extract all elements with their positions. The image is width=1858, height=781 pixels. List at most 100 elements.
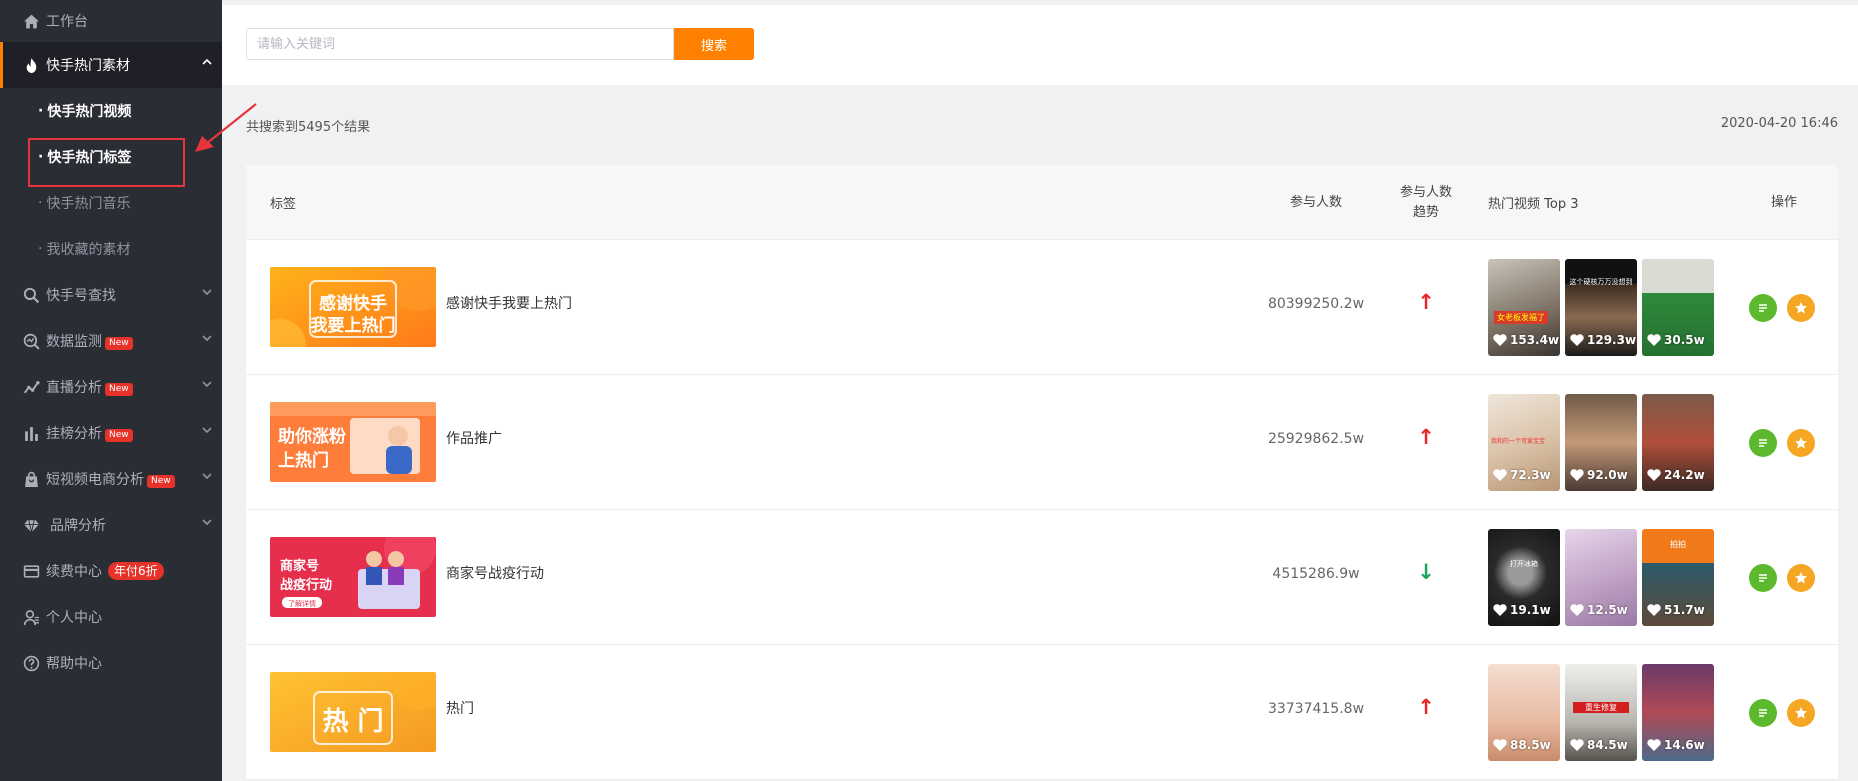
heart-icon [1493, 469, 1507, 481]
chevron-down-icon [202, 378, 212, 392]
highlight-box [28, 138, 185, 187]
chevron-down-icon [202, 286, 212, 300]
participant-count: 4515286.9w [1272, 566, 1360, 582]
star-icon [1795, 437, 1807, 449]
trend-up-icon: ↑ [1417, 425, 1435, 449]
subnav-item-favorites[interactable]: · 我收藏的素材 [0, 226, 222, 272]
video-thumbnail[interactable]: 重生修复 84.5w [1565, 664, 1637, 761]
svg-text:热 门: 热 门 [322, 707, 383, 737]
favorite-button[interactable] [1787, 699, 1815, 727]
new-badge: New [105, 336, 133, 350]
svg-text:商家号: 商家号 [280, 558, 319, 574]
heart-icon [1493, 334, 1507, 346]
user-icon [22, 608, 40, 626]
header-actions: 操作 [1770, 194, 1797, 210]
video-thumbnail[interactable]: 打开冰箱 19.1w [1488, 529, 1560, 626]
tag-name[interactable]: 商家号战疫行动 [446, 563, 544, 583]
like-count: 92.0w [1587, 468, 1628, 482]
nav-label: 快手号查找 [46, 288, 116, 304]
subnav-label: 我收藏的素材 [46, 242, 131, 258]
detail-button[interactable] [1749, 564, 1777, 592]
nav-label: 快手热门素材 [46, 58, 130, 74]
video-thumbnail[interactable]: 这个硬核万万没想到 129.3w [1565, 259, 1637, 356]
video-thumbnail[interactable]: 14.6w [1642, 664, 1714, 761]
trend-up-icon: ↑ [1417, 695, 1435, 719]
video-thumbnail[interactable]: 30.5w [1642, 259, 1714, 356]
subnav-label: 快手热门视频 [47, 104, 132, 120]
star-icon [1795, 572, 1807, 584]
svg-text:了解详情: 了解详情 [288, 599, 316, 608]
list-icon [1759, 574, 1767, 582]
svg-text:上热门: 上热门 [278, 450, 329, 471]
detail-button[interactable] [1749, 699, 1777, 727]
nav-item-data-monitor[interactable]: 数据监测 New [0, 318, 222, 364]
nav-item-live-analysis[interactable]: 直播分析 New [0, 364, 222, 410]
nav-item-ranking-analysis[interactable]: 挂榜分析 New [0, 410, 222, 456]
table-row: 热 门 热门 33737415.8w ↑ 88.5w 重生修复 84.5w 14… [246, 645, 1838, 780]
heart-icon [1647, 334, 1661, 346]
search-icon [22, 286, 40, 304]
like-count: 88.5w [1510, 738, 1551, 752]
svg-text:我要上热门: 我要上热门 [311, 315, 396, 336]
tag-name[interactable]: 感谢快手我要上热门 [446, 293, 572, 313]
video-thumbnail[interactable]: 92.0w [1565, 394, 1637, 491]
nav-item-kuaishou-hot-material[interactable]: 快手热门素材 [0, 42, 222, 88]
search-input[interactable] [246, 28, 674, 60]
nav-label: 续费中心 [46, 564, 102, 580]
favorite-button[interactable] [1787, 294, 1815, 322]
new-badge: New [105, 428, 133, 442]
chevron-down-icon [202, 470, 212, 484]
home-icon [22, 12, 40, 30]
nav-item-ecommerce-analysis[interactable]: 短视频电商分析 New [0, 456, 222, 502]
like-count: 14.6w [1664, 738, 1705, 752]
like-count: 72.3w [1510, 468, 1551, 482]
fire-icon [22, 56, 40, 74]
table-row: 感谢快手 我要上热门 感谢快手我要上热门 80399250.2w ↑ 女老板发福… [246, 240, 1838, 375]
video-thumbnail[interactable]: 24.2w [1642, 394, 1714, 491]
like-count: 30.5w [1664, 333, 1705, 347]
search-button[interactable]: 搜索 [674, 28, 754, 60]
video-thumbnail[interactable]: 12.5w [1565, 529, 1637, 626]
subnav-item-hot-video[interactable]: · 快手热门视频 [0, 88, 222, 134]
result-count: 共搜索到5495个结果 [246, 120, 371, 135]
table-row: 助你涨粉 上热门 作品推广 25929862.5w ↑ 我和的一个可爱宝宝 72… [246, 375, 1838, 510]
svg-text:感谢快手: 感谢快手 [319, 293, 387, 314]
tag-name[interactable]: 热门 [446, 698, 474, 718]
chevron-down-icon [202, 516, 212, 530]
list-icon [1759, 709, 1767, 717]
video-thumbnail[interactable]: 女老板发福了 153.4w [1488, 259, 1560, 356]
header-participants: 参与人数 [1289, 194, 1342, 210]
nav-label: 个人中心 [46, 610, 102, 626]
participant-count: 25929862.5w [1267, 431, 1365, 447]
header-trend: 参与人数 趋势 [1399, 184, 1452, 220]
tag-thumbnail[interactable]: 感谢快手 我要上热门 [270, 267, 436, 347]
table-row: 商家号 战疫行动 了解详情 商家号战疫行动 4515286.9w ↓ 打开冰箱 … [246, 510, 1838, 645]
video-thumbnail[interactable]: 拍拍 51.7w [1642, 529, 1714, 626]
favorite-button[interactable] [1787, 564, 1815, 592]
video-thumbnail[interactable]: 我和的一个可爱宝宝 72.3w [1488, 394, 1560, 491]
detail-button[interactable] [1749, 429, 1777, 457]
tag-thumbnail[interactable]: 助你涨粉 上热门 [270, 402, 436, 482]
nav-item-brand-analysis[interactable]: 品牌分析 [0, 502, 222, 548]
nav-item-renewal-center[interactable]: 续费中心 年付6折 [0, 548, 222, 594]
tag-thumbnail[interactable]: 商家号 战疫行动 了解详情 [270, 537, 436, 617]
nav-item-help-center[interactable]: 帮助中心 [0, 640, 222, 686]
nav-item-personal-center[interactable]: 个人中心 [0, 594, 222, 640]
heart-icon [1570, 334, 1584, 346]
favorite-button[interactable] [1787, 429, 1815, 457]
nav-item-account-search[interactable]: 快手号查找 [0, 272, 222, 318]
row-actions [1749, 429, 1819, 457]
top-videos: 我和的一个可爱宝宝 72.3w 92.0w 24.2w [1488, 394, 1718, 491]
video-thumbnail[interactable]: 88.5w [1488, 664, 1560, 761]
row-actions [1749, 699, 1819, 727]
heart-icon [1570, 604, 1584, 616]
update-date: 2020-04-20 16:46 [1720, 116, 1838, 131]
participant-count: 33737415.8w [1267, 701, 1365, 717]
chevron-up-icon [202, 56, 212, 70]
card-icon [22, 562, 40, 580]
row-actions [1749, 294, 1819, 322]
tag-thumbnail[interactable]: 热 门 [270, 672, 436, 752]
detail-button[interactable] [1749, 294, 1777, 322]
tag-name[interactable]: 作品推广 [446, 428, 502, 448]
nav-item-workbench[interactable]: 工作台 [0, 0, 222, 42]
